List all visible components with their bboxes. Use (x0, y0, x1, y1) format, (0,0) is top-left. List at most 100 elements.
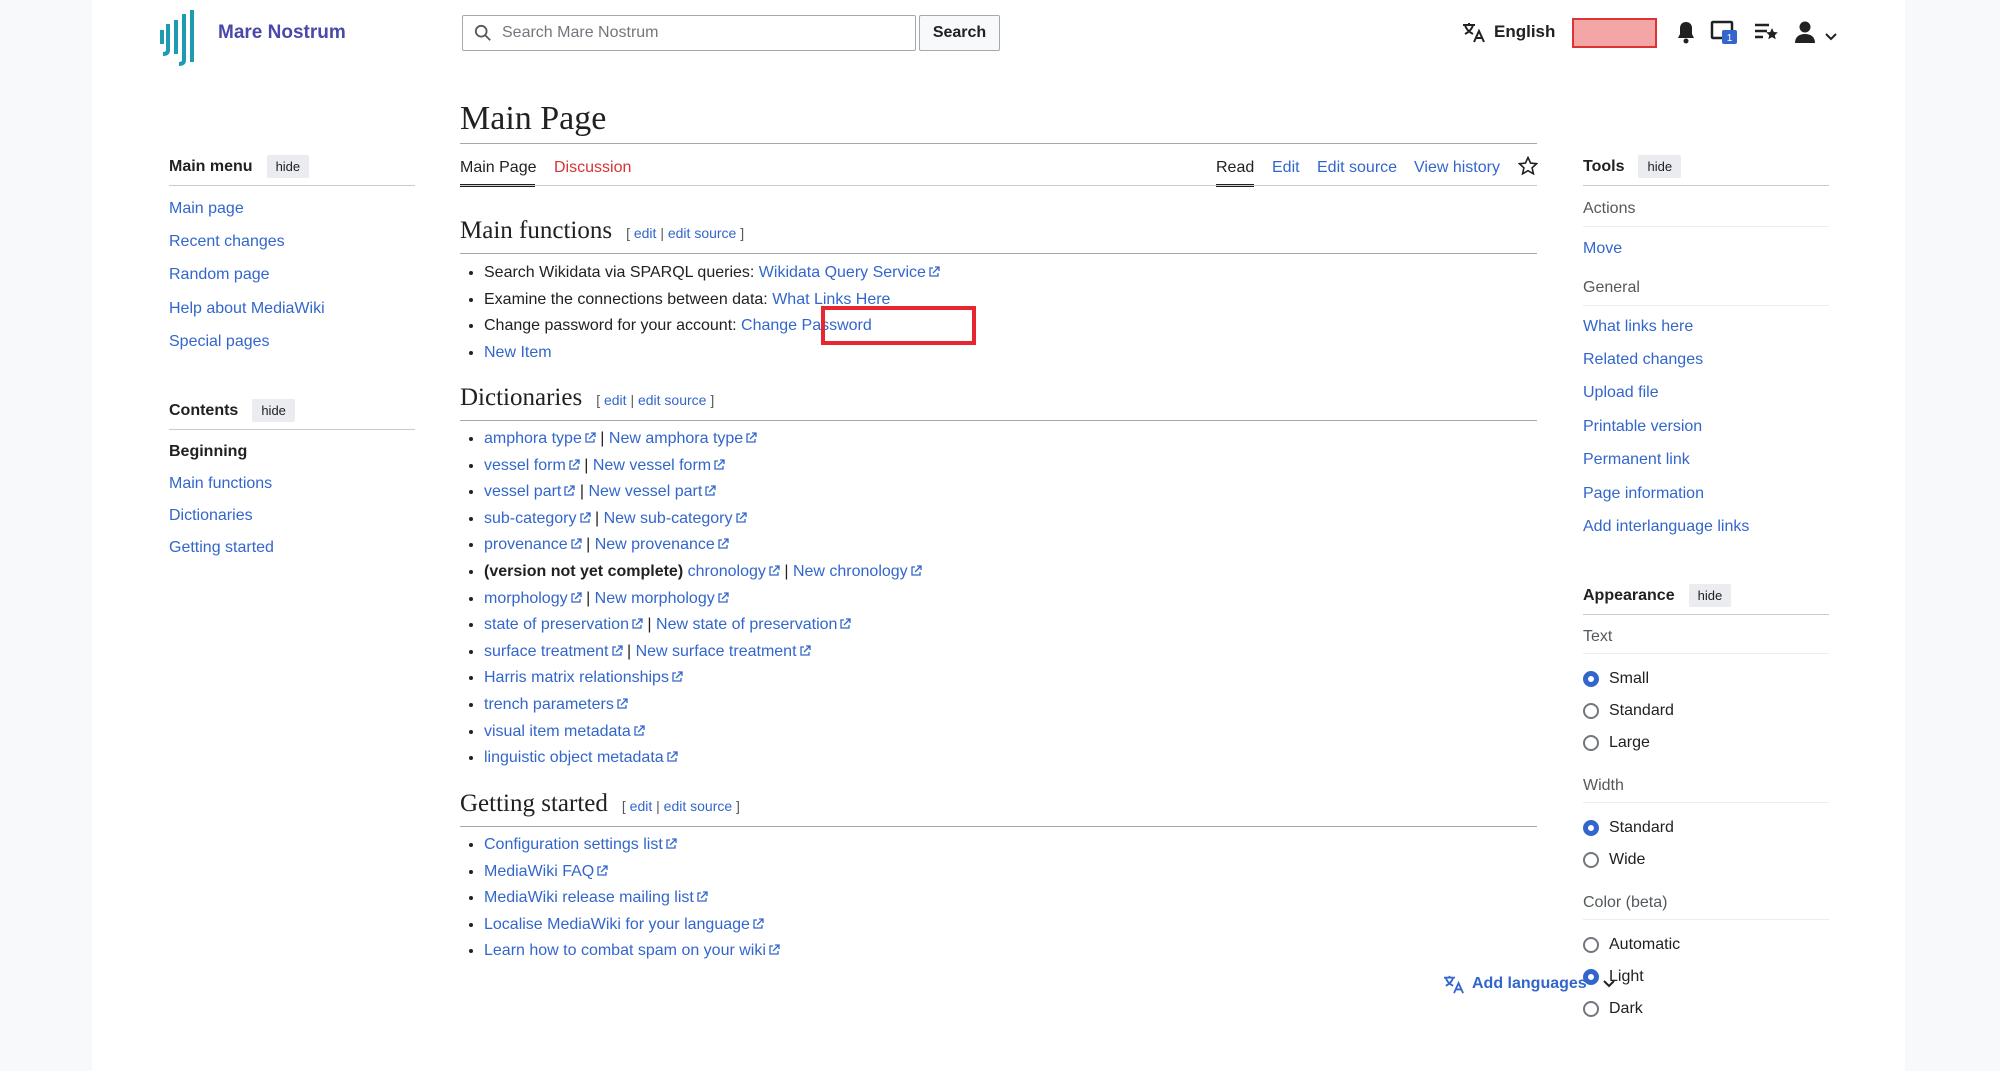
radio-width-standard[interactable]: Standard (1583, 819, 1674, 837)
dictionary-link[interactable]: provenance (484, 536, 568, 553)
radio-button[interactable] (1583, 735, 1599, 751)
new-dictionary-entry-link[interactable]: New chronology (793, 563, 908, 580)
edit-link[interactable]: edit (604, 392, 627, 408)
tools-header: Tools hide (1583, 155, 1682, 178)
sidebar-item-recent-changes[interactable]: Recent changes (169, 233, 285, 251)
tab-discussion[interactable]: Discussion (554, 159, 631, 177)
dictionary-link[interactable]: Harris matrix relationships (484, 669, 669, 686)
tools-item-permanent-link[interactable]: Permanent link (1583, 451, 1690, 469)
external-link-icon (753, 918, 764, 929)
radio-button[interactable] (1583, 937, 1599, 953)
dictionary-link[interactable]: state of preservation (484, 616, 629, 633)
contributions-icon[interactable]: 1 (1710, 20, 1740, 51)
new-dictionary-entry-link[interactable]: New surface treatment (636, 643, 797, 660)
contents-hide-button[interactable]: hide (252, 399, 295, 422)
radio-text-small[interactable]: Small (1583, 670, 1649, 688)
radio-button[interactable] (1583, 1001, 1599, 1017)
edit-source-link[interactable]: edit source (664, 798, 732, 814)
item-prefix: (version not yet complete) (484, 562, 684, 580)
new-dictionary-entry-link[interactable]: New vessel part (588, 483, 702, 500)
tab-view-history[interactable]: View history (1414, 159, 1500, 177)
radio-width-wide[interactable]: Wide (1583, 851, 1645, 869)
dictionary-link[interactable]: morphology (484, 590, 568, 607)
bell-icon[interactable] (1675, 20, 1697, 49)
external-link-icon (672, 671, 683, 682)
radio-button[interactable] (1583, 671, 1599, 687)
sidebar-item-help[interactable]: Help about MediaWiki (169, 300, 325, 318)
search-input[interactable] (500, 23, 904, 43)
main-menu-hide-button[interactable]: hide (266, 155, 310, 178)
language-button[interactable]: English (1462, 21, 1555, 43)
dictionary-link[interactable]: vessel part (484, 483, 561, 500)
dictionary-link[interactable]: chronology (688, 563, 766, 580)
tab-edit[interactable]: Edit (1272, 159, 1300, 177)
tools-item-move[interactable]: Move (1583, 240, 1622, 258)
watchlist-icon[interactable] (1753, 20, 1779, 49)
edit-link[interactable]: edit (630, 798, 653, 814)
dictionary-link[interactable]: amphora type (484, 430, 582, 447)
dictionary-link[interactable]: sub-category (484, 510, 577, 527)
sidebar-item-special-pages[interactable]: Special pages (169, 333, 270, 351)
tools-hide-button[interactable]: hide (1638, 155, 1682, 178)
radio-button[interactable] (1583, 820, 1599, 836)
toc-item-main-functions[interactable]: Main functions (169, 475, 272, 493)
dictionary-link[interactable]: visual item metadata (484, 723, 631, 740)
toc-item-getting-started[interactable]: Getting started (169, 539, 274, 557)
tools-item-add-interlanguage-links[interactable]: Add interlanguage links (1583, 518, 1749, 536)
tab-edit-source[interactable]: Edit source (1317, 159, 1397, 177)
new-item-link[interactable]: New Item (484, 344, 552, 361)
sidebar-item-main-page[interactable]: Main page (169, 200, 244, 218)
getting-started-link[interactable]: MediaWiki FAQ (484, 863, 594, 880)
logo-icon[interactable] (156, 6, 204, 71)
external-link-icon (667, 751, 678, 762)
edit-source-link[interactable]: edit source (668, 225, 736, 241)
tab-read[interactable]: Read (1216, 159, 1254, 177)
edit-link[interactable]: edit (634, 225, 657, 241)
new-dictionary-entry-link[interactable]: New sub-category (604, 510, 733, 527)
dictionary-link[interactable]: vessel form (484, 457, 566, 474)
bracket: ] (740, 225, 745, 241)
radio-button[interactable] (1583, 852, 1599, 868)
translate-icon (1463, 23, 1485, 43)
external-link-icon (569, 458, 580, 470)
tab-main-page[interactable]: Main Page (460, 159, 537, 177)
new-dictionary-entry-link[interactable]: New state of preservation (656, 616, 837, 633)
new-dictionary-entry-link[interactable]: New amphora type (609, 430, 743, 447)
user-icon[interactable] (1794, 20, 1816, 49)
getting-started-link[interactable]: Configuration settings list (484, 836, 663, 853)
radio-button[interactable] (1583, 969, 1599, 985)
tools-item-related-changes[interactable]: Related changes (1583, 351, 1703, 369)
star-icon[interactable] (1517, 155, 1539, 181)
external-link-icon (570, 591, 582, 603)
tools-item-printable-version[interactable]: Printable version (1583, 418, 1702, 436)
radio-button[interactable] (1583, 703, 1599, 719)
wikidata-query-service-link[interactable]: Wikidata Query Service (759, 264, 926, 281)
dictionary-link[interactable]: surface treatment (484, 643, 609, 660)
toc-item-dictionaries[interactable]: Dictionaries (169, 507, 253, 525)
toc-item-beginning[interactable]: Beginning (169, 443, 247, 461)
new-dictionary-entry-link[interactable]: New vessel form (593, 457, 711, 474)
appearance-hide-button[interactable]: hide (1688, 584, 1732, 607)
radio-text-standard[interactable]: Standard (1583, 702, 1674, 720)
search-field[interactable] (462, 15, 916, 51)
getting-started-link[interactable]: MediaWiki release mailing list (484, 889, 694, 906)
radio-text-large[interactable]: Large (1583, 734, 1650, 752)
dictionary-link[interactable]: trench parameters (484, 696, 614, 713)
getting-started-link[interactable]: Learn how to combat spam on your wiki (484, 942, 766, 959)
edit-source-link[interactable]: edit source (638, 392, 706, 408)
radio-color-light[interactable]: Light (1583, 968, 1644, 986)
tools-item-page-information[interactable]: Page information (1583, 485, 1704, 503)
divider (460, 185, 1537, 186)
search-button[interactable]: Search (919, 15, 1000, 51)
new-dictionary-entry-link[interactable]: New morphology (595, 590, 715, 607)
radio-color-automatic[interactable]: Automatic (1583, 936, 1680, 954)
new-dictionary-entry-link[interactable]: New provenance (595, 536, 715, 553)
radio-color-dark[interactable]: Dark (1583, 1000, 1643, 1018)
sidebar-item-random-page[interactable]: Random page (169, 266, 270, 284)
tools-item-what-links-here[interactable]: What links here (1583, 318, 1693, 336)
getting-started-link[interactable]: Localise MediaWiki for your language (484, 916, 750, 933)
chevron-down-icon[interactable] (1825, 28, 1837, 46)
dictionary-link[interactable]: linguistic object metadata (484, 749, 664, 766)
site-name[interactable]: Mare Nostrum (218, 22, 346, 44)
tools-item-upload-file[interactable]: Upload file (1583, 384, 1659, 402)
